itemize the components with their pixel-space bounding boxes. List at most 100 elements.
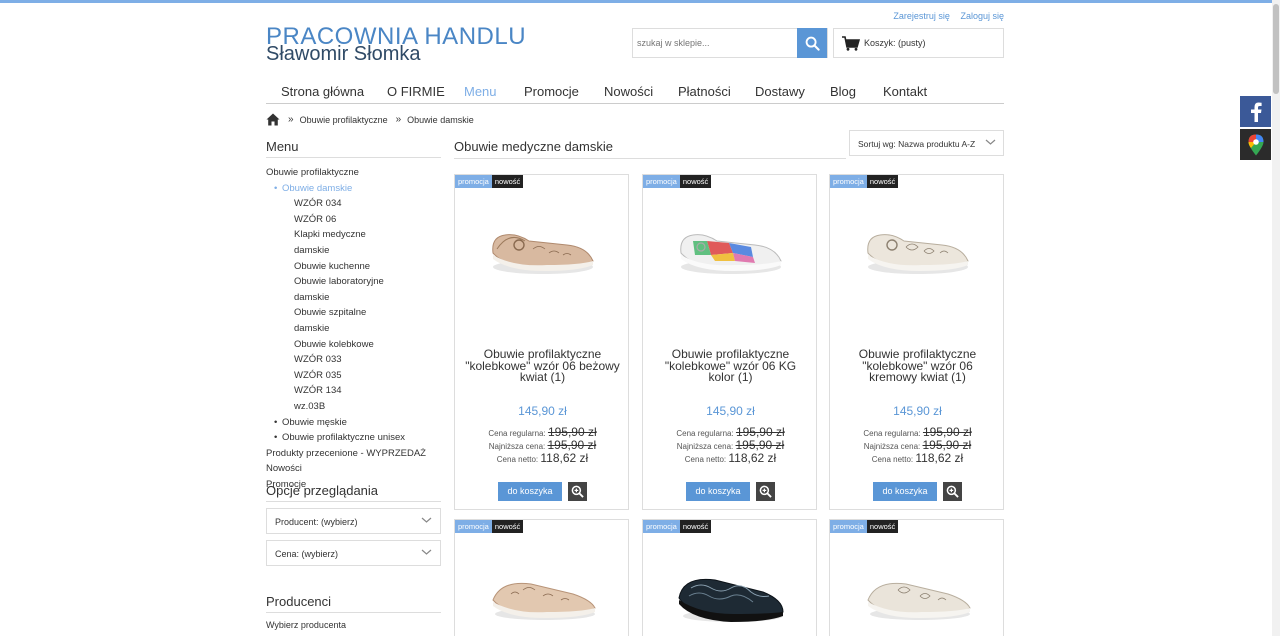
price-filter-label: Cena: (wybierz): [275, 549, 339, 559]
category-item[interactable]: Obuwie profilaktyczne: [266, 165, 441, 181]
new-badge: nowość: [679, 175, 712, 188]
product-image[interactable]: [483, 546, 601, 636]
lowest-price-label: Najniższa cena:: [676, 442, 734, 451]
category-item[interactable]: Obuwie profilaktyczne unisex: [266, 430, 441, 446]
breadcrumb: » Obuwie profilaktyczne » Obuwie damskie: [266, 113, 474, 126]
facebook-button[interactable]: [1240, 96, 1271, 127]
login-link[interactable]: Zaloguj się: [960, 11, 1004, 21]
net-price: 118,62 zł: [915, 451, 964, 465]
subcategory-item[interactable]: Obuwie kuchenne: [266, 259, 396, 275]
product-card[interactable]: promocja nowość: [642, 519, 817, 636]
cart-icon: [842, 36, 860, 51]
category-item[interactable]: Obuwie męskie: [266, 415, 441, 431]
nav-promocje[interactable]: Promocje: [524, 84, 579, 99]
register-link[interactable]: Zarejestruj się: [893, 11, 950, 21]
product-price: 145,90 zł: [518, 404, 567, 418]
subcategory-item[interactable]: WZÓR 035: [266, 368, 396, 384]
product-card[interactable]: promocja nowość Obuwie profilaktyczne "k…: [642, 174, 817, 510]
producer-select[interactable]: Wybierz producenta: [266, 620, 346, 630]
product-image[interactable]: [858, 546, 976, 636]
lowest-price: 195,90 zł: [735, 438, 785, 452]
product-image[interactable]: [671, 201, 789, 291]
zoom-button[interactable]: [568, 482, 587, 501]
category-item[interactable]: Produkty przecenione - WYPRZEDAŻ: [266, 446, 441, 462]
lowest-price-row: Najniższa cena: 195,90 zł: [643, 438, 816, 452]
product-card[interactable]: promocja nowość Obuwie profilaktyczne "k…: [829, 174, 1004, 510]
nav-platnosci[interactable]: Płatności: [678, 84, 731, 99]
new-badge: nowość: [491, 520, 524, 533]
net-price-label: Cena netto:: [684, 455, 727, 464]
cart-label: Koszyk: (pusty): [864, 38, 926, 48]
search-button[interactable]: [797, 28, 827, 58]
product-image[interactable]: [858, 201, 976, 291]
subcategory-item[interactable]: wz.03B: [266, 399, 396, 415]
breadcrumb-separator: »: [288, 114, 294, 125]
scrollbar-thumb[interactable]: [1273, 4, 1279, 94]
nav-nowosci[interactable]: Nowości: [604, 84, 653, 99]
nav-kontakt[interactable]: Kontakt: [883, 84, 927, 99]
zoom-button[interactable]: [943, 482, 962, 501]
badge-group: promocja nowość: [830, 175, 899, 188]
subcategory-item[interactable]: Klapki medyczne damskie: [266, 227, 396, 258]
add-to-cart-button[interactable]: do koszyka: [873, 482, 937, 501]
product-name[interactable]: Obuwie profilaktyczne "kolebkowe" wzór 0…: [463, 348, 622, 384]
cart-box[interactable]: Koszyk: (pusty): [833, 28, 1004, 58]
net-price-row: Cena netto: 118,62 zł: [643, 451, 816, 465]
nav-dostawy[interactable]: Dostawy: [755, 84, 805, 99]
lowest-price: 195,90 zł: [547, 438, 597, 452]
promo-badge: promocja: [643, 520, 680, 533]
zoom-icon: [946, 485, 959, 498]
account-links: Zarejestruj się Zaloguj się: [885, 11, 1004, 21]
google-maps-icon: [1248, 134, 1263, 155]
product-card[interactable]: promocja nowość: [454, 519, 629, 636]
zoom-button[interactable]: [756, 482, 775, 501]
google-maps-button[interactable]: [1240, 129, 1271, 160]
home-icon[interactable]: [266, 113, 280, 126]
breadcrumb-item[interactable]: Obuwie profilaktyczne: [300, 115, 388, 125]
product-card[interactable]: promocja nowość Obuwie profilaktyczne "k…: [454, 174, 629, 510]
category-item[interactable]: Nowości: [266, 461, 441, 477]
regular-price: 195,90 zł: [735, 425, 785, 439]
lowest-price: 195,90 zł: [922, 438, 972, 452]
page-scrollbar[interactable]: [1272, 0, 1280, 636]
add-to-cart-button[interactable]: do koszyka: [498, 482, 562, 501]
regular-price-label: Cena regularna:: [488, 429, 546, 438]
nav-menu[interactable]: Menu: [464, 84, 497, 99]
sort-select[interactable]: Sortuj wg: Nazwa produktu A-Z: [849, 130, 1004, 156]
subcategory-item[interactable]: Obuwie laboratoryjne damskie: [266, 274, 396, 305]
chevron-down-icon: [985, 139, 996, 145]
product-image[interactable]: [671, 546, 789, 636]
chevron-down-icon: [421, 549, 432, 555]
category-menu: Obuwie profilaktyczne Obuwie damskie WZÓ…: [266, 165, 441, 492]
subcategory-item[interactable]: WZÓR 06: [266, 212, 396, 228]
price-filter-select[interactable]: Cena: (wybierz): [266, 540, 441, 566]
nav-blog[interactable]: Blog: [830, 84, 856, 99]
product-image[interactable]: [483, 201, 601, 291]
subcategory-item[interactable]: Obuwie szpitalne damskie: [266, 305, 396, 336]
view-options-heading: Opcje przeglądania: [266, 483, 441, 502]
badge-group: promocja nowość: [455, 175, 524, 188]
subcategory-item[interactable]: Obuwie kolebkowe: [266, 337, 396, 353]
subcategory-item[interactable]: WZÓR 033: [266, 352, 396, 368]
product-price: 145,90 zł: [893, 404, 942, 418]
product-name[interactable]: Obuwie profilaktyczne "kolebkowe" wzór 0…: [838, 348, 997, 384]
net-price-label: Cena netto:: [496, 455, 539, 464]
promo-badge: promocja: [455, 175, 492, 188]
sort-label: Sortuj wg: Nazwa produktu A-Z: [858, 139, 976, 149]
subcategory-item[interactable]: WZÓR 034: [266, 196, 396, 212]
net-price-label: Cena netto:: [871, 455, 914, 464]
nav-home[interactable]: Strona główna: [281, 84, 364, 99]
category-item-current[interactable]: Obuwie damskie: [266, 181, 441, 197]
producer-filter-select[interactable]: Producent: (wybierz): [266, 508, 441, 534]
add-to-cart-button[interactable]: do koszyka: [686, 482, 750, 501]
search-input[interactable]: [633, 29, 798, 57]
product-card[interactable]: promocja nowość: [829, 519, 1004, 636]
new-badge: nowość: [866, 520, 899, 533]
subcategory-item[interactable]: WZÓR 134: [266, 383, 396, 399]
product-name[interactable]: Obuwie profilaktyczne "kolebkowe" wzór 0…: [651, 348, 810, 384]
new-badge: nowość: [491, 175, 524, 188]
promo-badge: promocja: [643, 175, 680, 188]
nav-o-firmie[interactable]: O FIRMIE: [387, 84, 445, 99]
logo-line-2[interactable]: Sławomir Słomka: [266, 43, 420, 66]
lowest-price-row: Najniższa cena: 195,90 zł: [455, 438, 628, 452]
